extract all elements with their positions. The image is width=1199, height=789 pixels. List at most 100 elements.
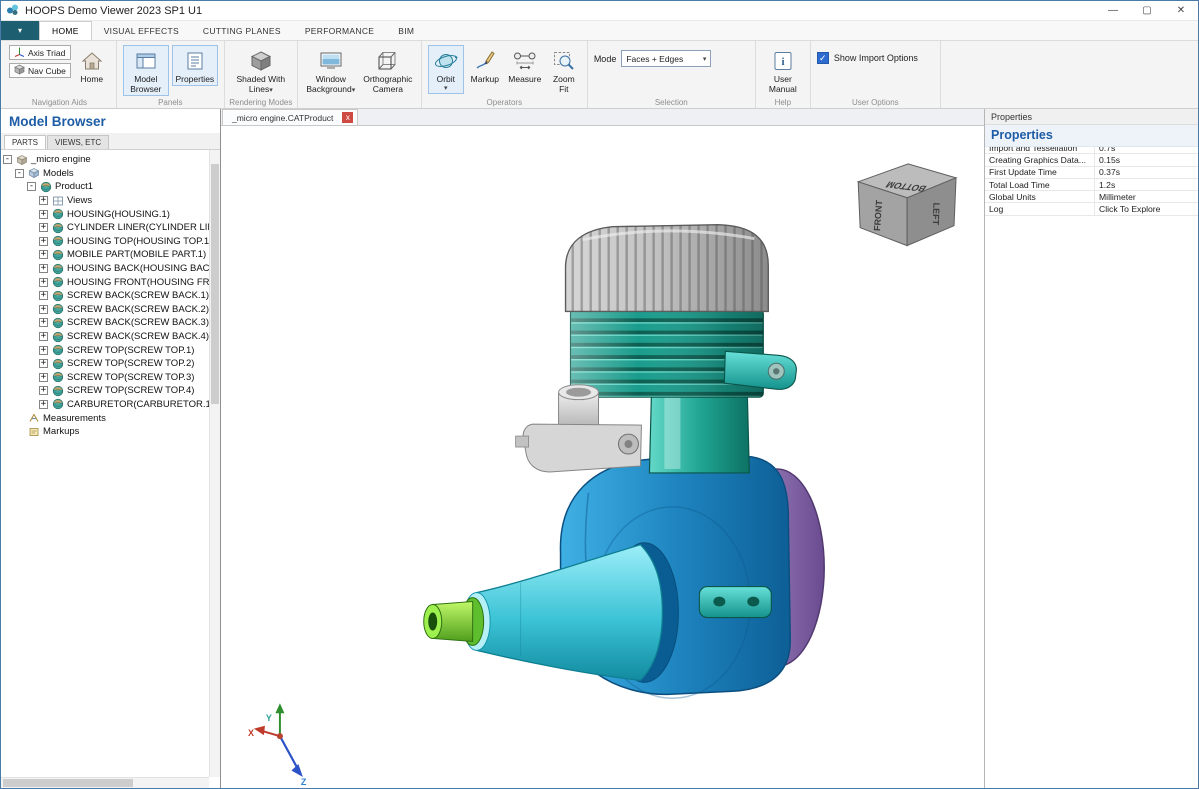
axis-triad-toggle[interactable]: Axis Triad bbox=[9, 45, 71, 60]
tree-expander[interactable]: + bbox=[39, 291, 48, 300]
svg-text:i: i bbox=[781, 56, 784, 68]
tree-item[interactable]: + SCREW TOP(SCREW TOP.1) bbox=[1, 343, 209, 357]
app-menu-button[interactable]: ▾ bbox=[1, 21, 39, 40]
part-icon bbox=[51, 358, 64, 370]
tree-item[interactable]: + SCREW TOP(SCREW TOP.4) bbox=[1, 384, 209, 398]
tree-expander[interactable]: + bbox=[39, 305, 48, 314]
tree-item[interactable]: + SCREW TOP(SCREW TOP.2) bbox=[1, 357, 209, 371]
tree-item[interactable]: + HOUSING BACK(HOUSING BACK.1) bbox=[1, 262, 209, 276]
tab-parts[interactable]: PARTS bbox=[4, 135, 46, 149]
nav-cube[interactable]: BOTTOM FRONT LEFT bbox=[858, 164, 956, 246]
tree-horizontal-scrollbar[interactable] bbox=[1, 777, 209, 788]
window-background-icon bbox=[319, 48, 343, 74]
document-tab-close-icon[interactable]: x bbox=[342, 112, 353, 123]
ribbon-group-scene: Window Background▾ Orthographic Camera bbox=[298, 41, 422, 108]
property-row[interactable]: Import and Tessellation 0.7s bbox=[985, 147, 1198, 154]
axis-triad-icon bbox=[14, 46, 25, 59]
viewport[interactable]: BOTTOM FRONT LEFT Y X Z bbox=[221, 126, 984, 788]
markup-button[interactable]: Markup bbox=[467, 45, 503, 86]
tab-bim[interactable]: BIM bbox=[386, 21, 426, 40]
tree-expander[interactable]: + bbox=[39, 250, 48, 259]
tree-expander[interactable]: + bbox=[39, 373, 48, 382]
tab-performance[interactable]: PERFORMANCE bbox=[293, 21, 386, 40]
tree-item[interactable]: + SCREW BACK(SCREW BACK.4) bbox=[1, 330, 209, 344]
tree-expander[interactable]: + bbox=[39, 264, 48, 273]
tree-item[interactable]: + HOUSING(HOUSING.1) bbox=[1, 207, 209, 221]
shaded-with-lines-button[interactable]: Shaded With Lines▾ bbox=[231, 45, 291, 96]
engine-model[interactable] bbox=[424, 225, 824, 699]
minimize-button[interactable]: — bbox=[1096, 1, 1130, 20]
tree-item-label: SCREW BACK(SCREW BACK.3) bbox=[67, 317, 209, 328]
axis-triad-label: Axis Triad bbox=[28, 48, 65, 58]
tree-expander[interactable]: + bbox=[39, 318, 48, 327]
tree-item-label: SCREW BACK(SCREW BACK.2) bbox=[67, 304, 209, 315]
tab-visual-effects[interactable]: VISUAL EFFECTS bbox=[92, 21, 191, 40]
tree-item[interactable]: + SCREW BACK(SCREW BACK.1) bbox=[1, 289, 209, 303]
tree-item[interactable]: - Product1 bbox=[1, 180, 209, 194]
window-background-button[interactable]: Window Background▾ bbox=[304, 45, 358, 96]
tree-item-label: CARBURETOR(CARBURETOR.1) bbox=[67, 399, 209, 410]
tree-item[interactable]: + SCREW TOP(SCREW TOP.3) bbox=[1, 371, 209, 385]
tree-item[interactable]: + HOUSING TOP(HOUSING TOP.1) bbox=[1, 235, 209, 249]
orbit-button[interactable]: Orbit ▾ bbox=[428, 45, 464, 94]
ribbon-group-rendering-modes: Shaded With Lines▾ Rendering Modes bbox=[225, 41, 298, 108]
tree-item[interactable]: - Models bbox=[1, 167, 209, 181]
tree-vertical-scrollbar[interactable] bbox=[209, 150, 220, 777]
show-import-options-label: Show Import Options bbox=[834, 53, 918, 63]
tab-cutting-planes[interactable]: CUTTING PLANES bbox=[191, 21, 293, 40]
property-row[interactable]: Log Click To Explore bbox=[985, 203, 1198, 215]
tree-expander[interactable]: + bbox=[39, 210, 48, 219]
tree-expander[interactable]: - bbox=[3, 155, 12, 164]
ribbon-group-navigation-aids: Axis Triad Nav Cube Home Navigation Aids bbox=[3, 41, 117, 108]
property-row[interactable]: First Update Time 0.37s bbox=[985, 167, 1198, 179]
tree-expander[interactable]: + bbox=[39, 237, 48, 246]
tree-expander[interactable]: + bbox=[39, 359, 48, 368]
close-button[interactable]: ✕ bbox=[1164, 1, 1198, 20]
tree-expander[interactable]: + bbox=[39, 278, 48, 287]
tree-expander[interactable]: + bbox=[39, 346, 48, 355]
tab-home[interactable]: HOME bbox=[39, 21, 92, 40]
tree-expander[interactable]: + bbox=[39, 223, 48, 232]
home-button[interactable]: Home bbox=[74, 45, 110, 86]
tree-expander[interactable]: - bbox=[27, 182, 36, 191]
markups-icon bbox=[27, 426, 40, 438]
selection-mode-select[interactable]: Faces + Edges ▾ bbox=[621, 50, 711, 67]
tree-expander[interactable]: - bbox=[15, 169, 24, 178]
model-browser-button[interactable]: Model Browser bbox=[123, 45, 169, 96]
tree-expander[interactable]: + bbox=[39, 332, 48, 341]
chevron-down-icon: ▾ bbox=[703, 55, 707, 63]
tree-expander[interactable]: + bbox=[39, 386, 48, 395]
nav-cube-toggle[interactable]: Nav Cube bbox=[9, 63, 71, 78]
show-import-options-checkbox[interactable]: ✓ bbox=[817, 52, 829, 64]
tree-item[interactable]: + SCREW BACK(SCREW BACK.2) bbox=[1, 303, 209, 317]
tree-item[interactable]: Markups bbox=[1, 425, 209, 439]
property-row[interactable]: Total Load Time 1.2s bbox=[985, 179, 1198, 191]
zoom-fit-button[interactable]: Zoom Fit bbox=[547, 45, 581, 96]
tree-item[interactable]: + SCREW BACK(SCREW BACK.3) bbox=[1, 316, 209, 330]
orthographic-camera-button[interactable]: Orthographic Camera bbox=[361, 45, 415, 96]
tree-item[interactable]: + Views bbox=[1, 194, 209, 208]
tree-item[interactable]: + CYLINDER LINER(CYLINDER LINER.1) bbox=[1, 221, 209, 235]
tree-expander[interactable]: + bbox=[39, 196, 48, 205]
property-value: 0.7s bbox=[1095, 147, 1115, 153]
properties-button[interactable]: Properties bbox=[172, 45, 218, 86]
tab-views-etc[interactable]: VIEWS, ETC bbox=[47, 135, 109, 149]
property-row[interactable]: Creating Graphics Data... 0.15s bbox=[985, 154, 1198, 166]
tree-item[interactable]: + CARBURETOR(CARBURETOR.1) bbox=[1, 398, 209, 412]
properties-heading: Properties bbox=[985, 125, 1198, 147]
group-title-rendering-modes: Rendering Modes bbox=[225, 98, 297, 107]
property-row[interactable]: Global Units Millimeter bbox=[985, 191, 1198, 203]
measurements-icon bbox=[27, 412, 40, 424]
tree-item[interactable]: + MOBILE PART(MOBILE PART.1) bbox=[1, 248, 209, 262]
tree-item[interactable]: + HOUSING FRONT(HOUSING FRONT.1) bbox=[1, 275, 209, 289]
measure-button[interactable]: Measure bbox=[506, 45, 544, 86]
3d-viewport-scene[interactable]: BOTTOM FRONT LEFT Y X Z bbox=[221, 126, 984, 788]
property-value: 1.2s bbox=[1095, 180, 1115, 190]
part-icon bbox=[51, 344, 64, 356]
tree-expander[interactable]: + bbox=[39, 400, 48, 409]
maximize-button[interactable]: ▢ bbox=[1130, 1, 1164, 20]
tree-item[interactable]: - _micro engine bbox=[1, 153, 209, 167]
tree-item[interactable]: Measurements bbox=[1, 411, 209, 425]
document-tab[interactable]: _micro engine.CATProduct x bbox=[222, 109, 358, 125]
user-manual-button[interactable]: i User Manual bbox=[762, 45, 804, 96]
